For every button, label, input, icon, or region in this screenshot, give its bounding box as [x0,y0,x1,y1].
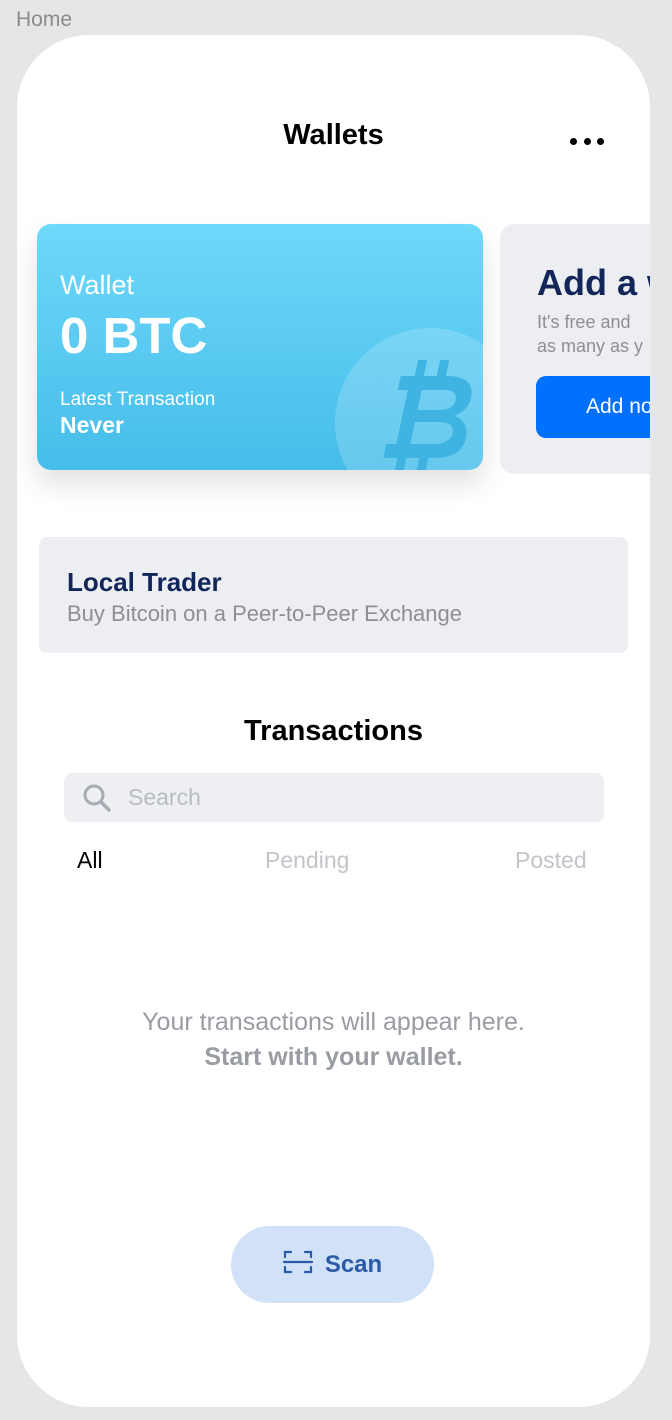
wallet-balance: 0 BTC [60,307,208,364]
wallet-name: Wallet [60,270,135,300]
search-bar[interactable] [64,773,604,822]
empty-state-message: Your transactions will appear here. [142,1008,525,1036]
scan-icon [282,1249,313,1280]
local-trader-card[interactable]: Local Trader Buy Bitcoin on a Peer-to-Pe… [39,537,628,653]
screen-label: Home [16,8,73,31]
add-wallet-card[interactable]: Add a w It's free and as many as y Add n… [500,224,650,474]
local-trader-subtitle: Buy Bitcoin on a Peer-to-Peer Exchange [67,601,463,626]
bitcoin-icon [335,328,483,470]
search-icon [82,783,112,818]
latest-transaction-value: Never [60,412,124,438]
tab-all[interactable]: All [77,847,103,874]
wallet-carousel[interactable]: Wallet 0 BTC Latest Transaction Never Ad… [17,211,650,495]
empty-state-hint: Start with your wallet. [204,1043,463,1071]
ellipsis-icon [583,137,591,145]
tab-pending[interactable]: Pending [265,847,349,874]
ellipsis-icon [597,137,604,145]
phone-frame: Wallets Wallet 0 BTC Latest Transaction … [17,35,650,1407]
more-options-button[interactable] [570,135,604,147]
search-input[interactable] [128,773,588,822]
tab-posted[interactable]: Posted [515,847,587,874]
add-wallet-title: Add a w [537,262,650,303]
wallet-card[interactable]: Wallet 0 BTC Latest Transaction Never [37,224,483,470]
ellipsis-icon [570,137,577,145]
latest-transaction-label: Latest Transaction [60,389,216,410]
add-wallet-button[interactable]: Add no [536,376,650,438]
transactions-title: Transactions [244,715,423,747]
page-title: Wallets [283,119,384,151]
scan-button[interactable]: Scan [231,1226,434,1303]
add-wallet-subtitle: It's free and as many as y [537,312,644,356]
scan-label: Scan [324,1250,383,1278]
local-trader-title: Local Trader [67,567,222,597]
